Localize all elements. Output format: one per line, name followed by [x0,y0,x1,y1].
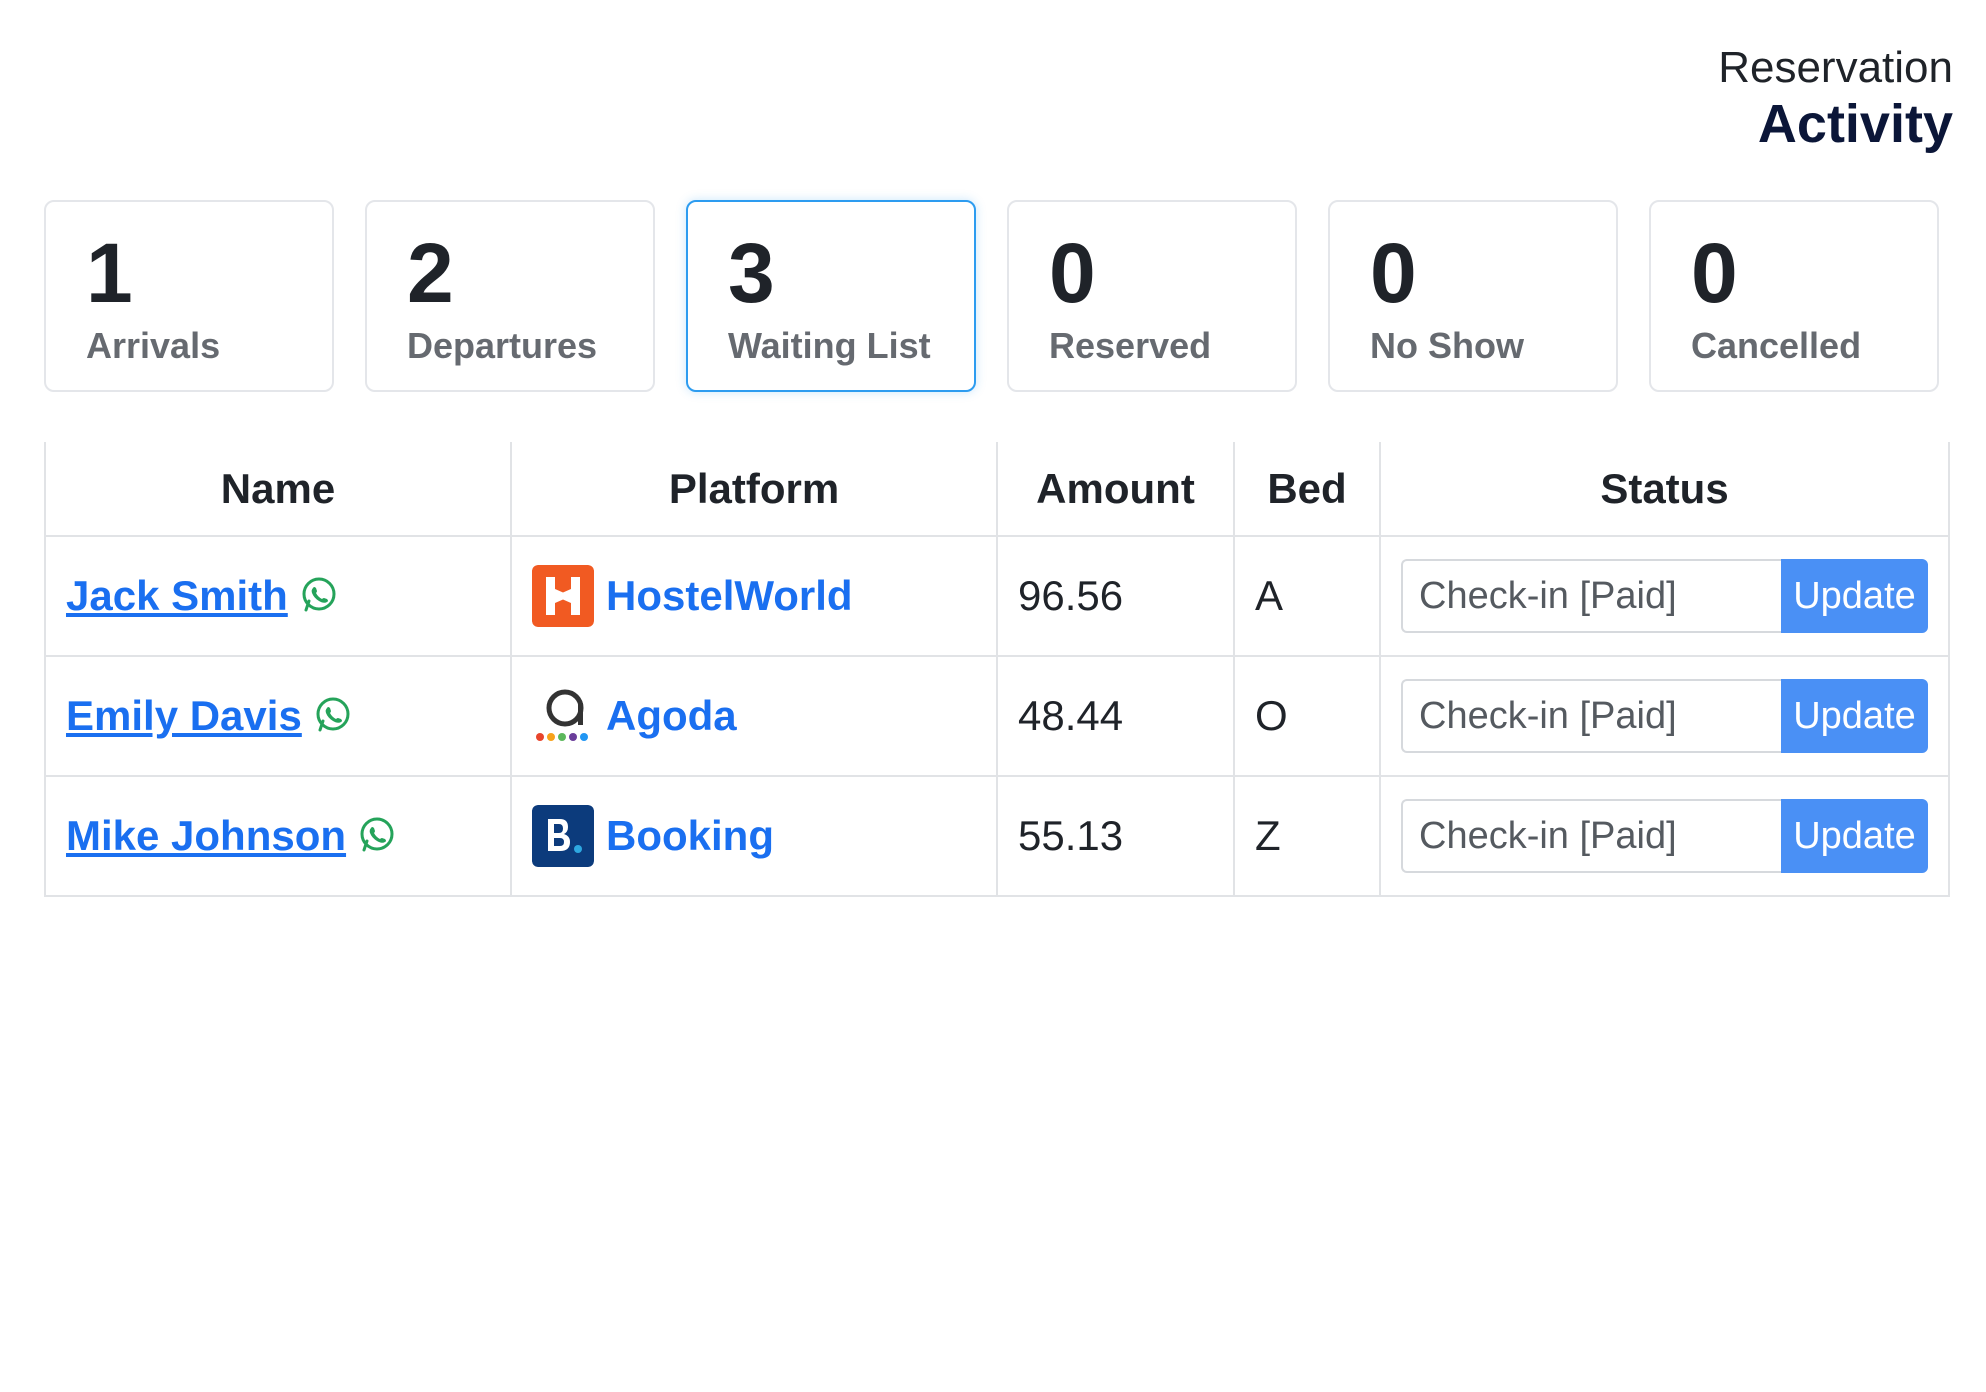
stat-cards: 1 Arrivals 2 Departures 3 Waiting List 0… [44,200,1944,394]
page-header: Reservation Activity [1718,42,1953,154]
whatsapp-icon[interactable] [314,696,352,734]
table-header-row: Name Platform Amount Bed Status [44,442,1950,537]
card-label: Arrivals [86,325,221,366]
card-count: 0 [1049,226,1096,320]
card-arrivals[interactable]: 1 Arrivals [44,200,334,392]
reservations-table-wrapper: Name Platform Amount Bed Status Jack Smi… [44,442,1950,897]
name-cell: Emily Davis [44,655,512,777]
page-subtitle: Reservation [1718,43,1953,92]
bed-cell: Z [1233,775,1381,897]
card-count: 3 [728,226,775,320]
bed-cell: A [1233,535,1381,657]
amount-cell: 55.13 [996,775,1235,897]
column-header-platform: Platform [510,442,998,537]
status-input[interactable] [1401,679,1781,753]
reservation-activity-page: Reservation Activity 1 Arrivals 2 Depart… [0,0,1986,1392]
status-cell: Update [1379,535,1950,657]
column-header-status: Status [1379,442,1950,537]
card-count: 1 [86,226,133,320]
card-cancelled[interactable]: 0 Cancelled [1649,200,1939,392]
card-label: No Show [1370,325,1524,366]
card-label: Waiting List [728,325,931,366]
card-reserved[interactable]: 0 Reserved [1007,200,1297,392]
card-count: 0 [1370,226,1417,320]
card-waiting-list[interactable]: 3 Waiting List [686,200,976,392]
table-row: Emily Davis Agoda 48.44 O Check-in [Paid… [44,655,1950,777]
card-count: 2 [407,226,454,320]
agoda-logo-icon [536,689,588,741]
guest-name-link[interactable]: Emily Davis [66,692,302,739]
status-input[interactable] [1401,559,1781,633]
update-button[interactable]: Update [1781,799,1928,873]
name-cell: Mike Johnson [44,775,512,897]
update-button[interactable]: Update [1781,679,1928,753]
column-header-name: Name [44,442,512,537]
column-header-amount: Amount [996,442,1235,537]
guest-name-link[interactable]: Jack Smith [66,572,288,619]
status-cell: Update [1379,655,1950,777]
card-no-show[interactable]: 0 No Show [1328,200,1618,392]
platform-cell: HostelWorld [510,535,998,657]
update-button[interactable]: Update [1781,559,1928,633]
amount-cell: 48.44 [996,655,1235,777]
page-title: Activity [1757,94,1953,154]
reservations-table: Name Platform Amount Bed Status Jack Smi… [44,442,1950,897]
booking-logo-icon [532,805,594,867]
platform-name-link[interactable]: Agoda [606,692,737,740]
hostelworld-logo-icon [532,565,594,627]
amount-cell: 96.56 [996,535,1235,657]
guest-name-link[interactable]: Mike Johnson [66,812,346,859]
name-cell: Jack Smith [44,535,512,657]
platform-cell: Booking [510,775,998,897]
card-count: 0 [1691,226,1738,320]
card-label: Reserved [1049,325,1212,366]
platform-name-link[interactable]: Booking [606,812,774,860]
status-input[interactable] [1401,799,1781,873]
whatsapp-icon[interactable] [358,816,396,854]
card-label: Cancelled [1691,325,1862,366]
card-departures[interactable]: 2 Departures [365,200,655,392]
platform-name-link[interactable]: HostelWorld [606,572,853,620]
table-row: Mike Johnson Booking 55.13 Z Check-in [P… [44,775,1950,897]
whatsapp-icon[interactable] [300,576,338,614]
table-row: Jack Smith HostelWorld 96.56 A Check-in … [44,535,1950,657]
platform-cell: Agoda [510,655,998,777]
bed-cell: O [1233,655,1381,777]
column-header-bed: Bed [1233,442,1381,537]
card-label: Departures [407,325,598,366]
status-cell: Update [1379,775,1950,897]
